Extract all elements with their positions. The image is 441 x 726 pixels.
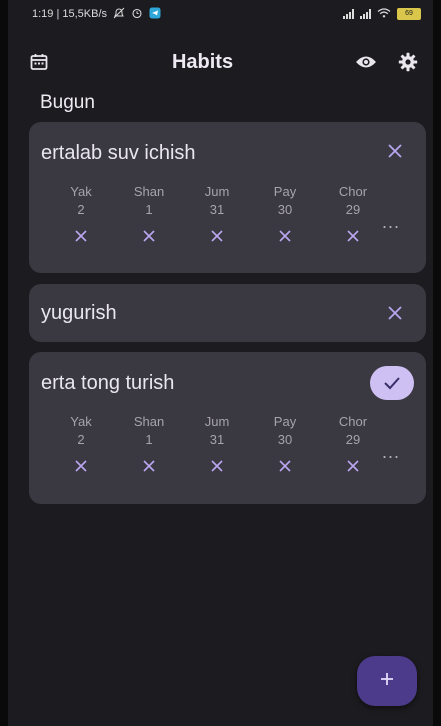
day-name: Jum — [204, 414, 230, 429]
day-name: Chor — [338, 184, 368, 199]
wifi-icon — [377, 7, 391, 21]
habit-status-x-icon[interactable] — [384, 140, 406, 162]
habit-day-list: Yak 2 Shan 1 Jum 31 Pay 30 Chor 29 — [47, 184, 387, 245]
day-x-icon[interactable] — [183, 229, 251, 245]
day-number: 30 — [277, 432, 293, 447]
day-name: Chor — [338, 414, 368, 429]
telegram-icon — [149, 7, 161, 22]
habit-status-x-icon[interactable] — [384, 302, 406, 324]
day-number: 1 — [145, 202, 153, 217]
habit-card[interactable]: erta tong turish Yak 2 Shan 1 Jum 31 Pay — [29, 352, 426, 504]
eye-icon[interactable] — [355, 51, 377, 73]
section-title-today: Bugun — [40, 92, 95, 113]
alarm-icon — [131, 7, 143, 22]
habit-name: ertalab suv ichish — [41, 142, 196, 164]
notification-off-icon — [113, 7, 125, 22]
more-days-button[interactable]: ... — [382, 212, 400, 233]
day-number: 1 — [145, 432, 153, 447]
day-name: Yak — [70, 414, 92, 429]
add-habit-button[interactable] — [357, 656, 417, 706]
signal-icon — [343, 9, 354, 19]
habit-day: Shan 1 — [115, 184, 183, 245]
status-right: 69 — [343, 7, 421, 21]
day-number: 29 — [345, 432, 361, 447]
plus-icon — [379, 671, 395, 692]
calendar-icon[interactable] — [28, 51, 50, 73]
day-name: Shan — [133, 184, 165, 199]
habit-day: Chor 29 — [319, 414, 387, 475]
habit-day: Jum 31 — [183, 184, 251, 245]
day-name: Shan — [133, 414, 165, 429]
day-number: 30 — [277, 202, 293, 217]
habit-day: Pay 30 — [251, 414, 319, 475]
habit-name: erta tong turish — [41, 372, 175, 394]
app-screen: 1:19 | 15,5KB/s 69 Habits Bugun ertalab … — [0, 0, 441, 726]
habit-day: Yak 2 — [47, 414, 115, 475]
day-x-icon[interactable] — [115, 459, 183, 475]
habit-done-check-icon[interactable] — [370, 366, 414, 400]
habit-day: Shan 1 — [115, 414, 183, 475]
status-left: 1:19 | 15,5KB/s — [32, 7, 161, 22]
day-x-icon[interactable] — [251, 229, 319, 245]
day-number: 31 — [209, 202, 225, 217]
day-x-icon[interactable] — [47, 459, 115, 475]
habit-day: Chor 29 — [319, 184, 387, 245]
battery-icon: 69 — [397, 8, 421, 20]
day-x-icon[interactable] — [251, 459, 319, 475]
day-x-icon[interactable] — [319, 459, 387, 475]
screen-bezel-left — [0, 0, 8, 726]
habit-day: Yak 2 — [47, 184, 115, 245]
screen-bezel-right — [433, 0, 441, 726]
day-x-icon[interactable] — [47, 229, 115, 245]
habit-name: yugurish — [41, 302, 117, 324]
more-days-button[interactable]: ... — [382, 442, 400, 463]
day-number: 29 — [345, 202, 361, 217]
day-name: Yak — [70, 184, 92, 199]
habit-card[interactable]: ertalab suv ichish Yak 2 Shan 1 Jum 31 P… — [29, 122, 426, 273]
status-time-speed: 1:19 | 15,5KB/s — [32, 8, 108, 20]
gear-icon[interactable] — [397, 51, 419, 73]
day-name: Pay — [273, 414, 297, 429]
habit-day: Jum 31 — [183, 414, 251, 475]
day-x-icon[interactable] — [183, 459, 251, 475]
app-bar: Habits — [8, 44, 433, 80]
day-name: Pay — [273, 184, 297, 199]
day-x-icon[interactable] — [115, 229, 183, 245]
habit-day-list: Yak 2 Shan 1 Jum 31 Pay 30 Chor 29 — [47, 414, 387, 475]
status-bar: 1:19 | 15,5KB/s 69 — [8, 0, 433, 28]
app-title: Habits — [171, 50, 234, 73]
habit-card[interactable]: yugurish — [29, 284, 426, 342]
app-actions — [355, 51, 419, 73]
day-number: 2 — [77, 432, 85, 447]
day-name: Jum — [204, 184, 230, 199]
day-number: 31 — [209, 432, 225, 447]
signal-icon-2 — [360, 9, 371, 19]
day-number: 2 — [77, 202, 85, 217]
habit-day: Pay 30 — [251, 184, 319, 245]
day-x-icon[interactable] — [319, 229, 387, 245]
